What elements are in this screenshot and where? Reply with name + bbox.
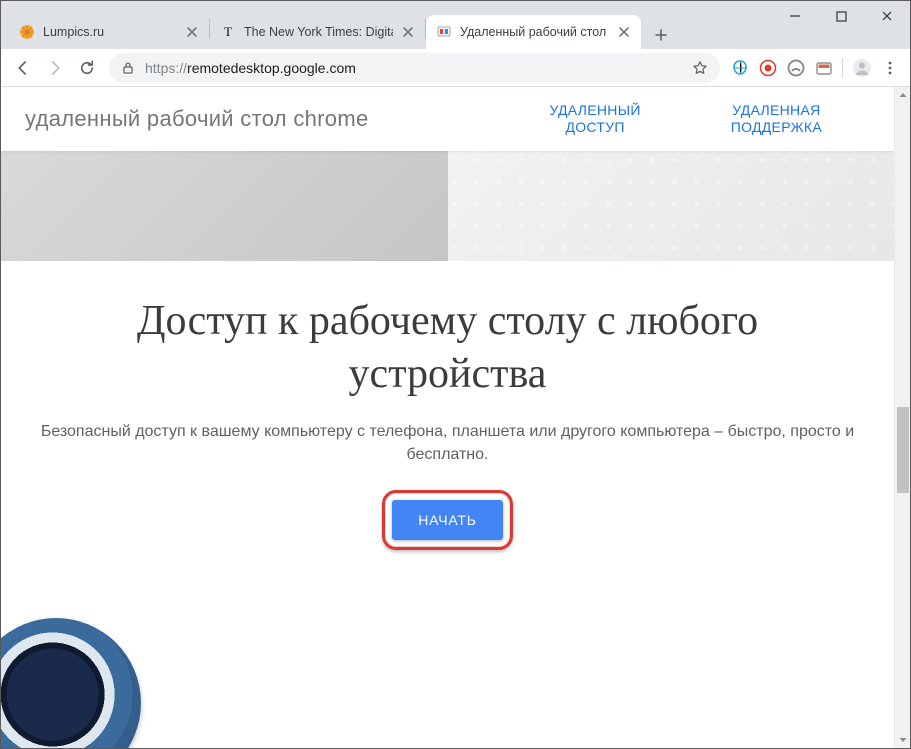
scroll-thumb[interactable] — [897, 407, 909, 493]
url-host: remotedesktop.google.com — [187, 60, 356, 76]
start-button[interactable]: НАЧАТЬ — [392, 500, 502, 540]
browser-toolbar: https://remotedesktop.google.com — [1, 49, 910, 87]
hero-image-band — [1, 151, 894, 261]
tab-lumpics[interactable]: Lumpics.ru — [9, 15, 209, 49]
extension-icon-3[interactable] — [784, 56, 808, 80]
url-text: https://remotedesktop.google.com — [145, 60, 682, 76]
hero-image-left — [1, 151, 448, 261]
header-links: УДАЛЕННЫЙ ДОСТУП УДАЛЕННАЯ ПОДДЕРЖКА — [549, 102, 870, 137]
page-content: удаленный рабочий стол chrome УДАЛЕННЫЙ … — [1, 87, 894, 748]
scroll-down-arrow-icon[interactable] — [895, 732, 910, 748]
tab-nytimes[interactable]: T The New York Times: Digital — [210, 15, 425, 49]
tab-title: Удаленный рабочий стол C — [460, 25, 609, 39]
tab-remote-desktop[interactable]: Удаленный рабочий стол C — [426, 15, 641, 49]
tab-title: The New York Times: Digital — [244, 25, 393, 39]
link-remote-access[interactable]: УДАЛЕННЫЙ ДОСТУП — [549, 102, 640, 137]
hero-image-right — [448, 151, 895, 261]
page-viewport: удаленный рабочий стол chrome УДАЛЕННЫЙ … — [1, 87, 910, 748]
address-bar[interactable]: https://remotedesktop.google.com — [109, 53, 720, 83]
site-header: удаленный рабочий стол chrome УДАЛЕННЫЙ … — [1, 87, 894, 151]
close-window-button[interactable] — [864, 1, 910, 31]
favicon-lumpics — [19, 24, 35, 40]
decorative-coffee-cup — [1, 618, 141, 748]
tab-title: Lumpics.ru — [43, 25, 177, 39]
vertical-scrollbar[interactable] — [894, 87, 910, 748]
link-remote-support[interactable]: УДАЛЕННАЯ ПОДДЕРЖКА — [731, 102, 822, 137]
minimize-button[interactable] — [772, 1, 818, 31]
favicon-nytimes: T — [220, 24, 236, 40]
reload-button[interactable] — [71, 52, 103, 84]
window-titlebar: Lumpics.ru T The New York Times: Digital… — [1, 1, 910, 49]
extension-icon-2[interactable] — [756, 56, 780, 80]
extension-separator — [840, 56, 846, 80]
profile-avatar[interactable] — [850, 56, 874, 80]
tab-strip: Lumpics.ru T The New York Times: Digital… — [1, 1, 675, 49]
lock-icon — [121, 61, 135, 75]
brand-prefix: удаленный рабочий стол — [25, 106, 293, 131]
brand-title: удаленный рабочий стол chrome — [25, 106, 369, 132]
kebab-menu-icon[interactable] — [878, 56, 902, 80]
main-section: Доступ к рабочему столу с любого устройс… — [1, 261, 894, 590]
forward-button[interactable] — [39, 52, 71, 84]
cta-highlight-ring: НАЧАТЬ — [382, 490, 512, 550]
window-controls — [772, 1, 910, 35]
scroll-up-arrow-icon[interactable] — [895, 87, 910, 103]
back-button[interactable] — [7, 52, 39, 84]
url-protocol: https:// — [145, 60, 187, 76]
extension-icon-1[interactable] — [728, 56, 752, 80]
subheadline: Безопасный доступ к вашему компьютеру с … — [25, 420, 870, 466]
close-icon[interactable] — [401, 25, 415, 39]
close-icon[interactable] — [617, 25, 631, 39]
new-tab-button[interactable] — [647, 21, 675, 49]
extension-icons — [726, 56, 904, 80]
headline: Доступ к рабочему столу с любого устройс… — [48, 295, 848, 400]
extension-icon-4[interactable] — [812, 56, 836, 80]
maximize-button[interactable] — [818, 1, 864, 31]
svg-text:T: T — [224, 24, 232, 39]
close-icon[interactable] — [185, 25, 199, 39]
brand-suffix: chrome — [293, 106, 368, 131]
favicon-remote-desktop — [436, 24, 452, 40]
bookmark-star-icon[interactable] — [692, 60, 708, 76]
